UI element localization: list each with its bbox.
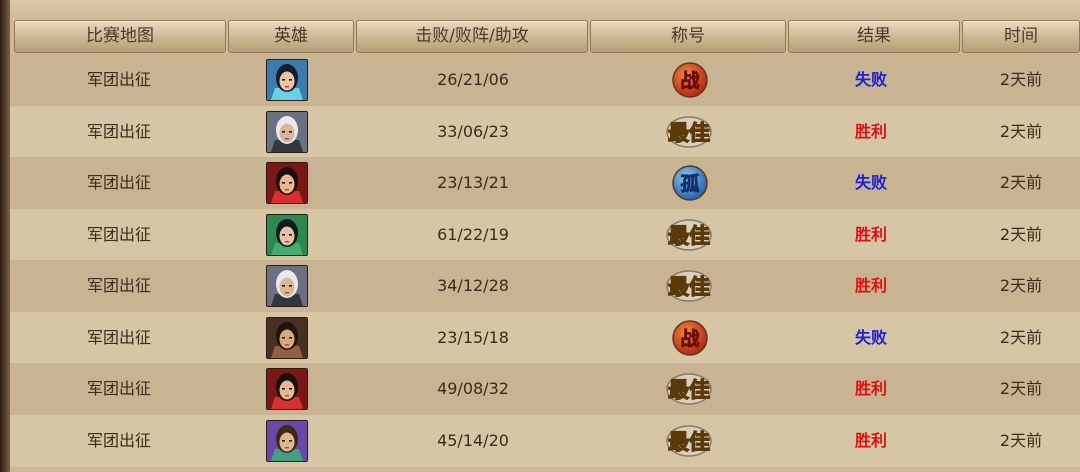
match-time: 2天前: [999, 430, 1043, 450]
hero-avatar[interactable]: [266, 419, 308, 462]
window-frame-left: [0, 0, 10, 472]
kda-value: 23/15/18: [437, 327, 509, 347]
result-lose: 失败: [854, 70, 887, 89]
badge-label: 战: [680, 70, 699, 92]
result-lose: 失败: [854, 173, 887, 192]
result-win: 胜利: [854, 121, 887, 141]
kda-value: 26/21/06: [437, 70, 509, 89]
match-time: 2天前: [999, 276, 1043, 295]
hero-avatar[interactable]: [266, 213, 308, 256]
header-kda[interactable]: 击败/败阵/助攻: [356, 20, 588, 53]
table-row[interactable]: 军团出征 23/15/18 战 失败 2天前: [10, 311, 1080, 364]
badge-label: 最佳: [668, 430, 710, 454]
match-time: 2天前: [999, 173, 1043, 192]
map-name: 军团出征: [86, 276, 151, 295]
best-title-badge-icon: 最佳: [660, 217, 718, 253]
kda-value: 33/06/23: [437, 121, 509, 141]
kda-value: 61/22/19: [437, 224, 509, 244]
table-row[interactable]: 军团出征 26/21/06 战 失败 2天前: [10, 54, 1080, 106]
table-row[interactable]: 军团出征 45/14/20 最佳 胜利 2天前: [10, 414, 1080, 467]
map-name: 军团出征: [86, 121, 151, 141]
best-title-badge-icon: 最佳: [660, 423, 718, 459]
match-time: 2天前: [999, 121, 1043, 141]
badge-label: 最佳: [668, 121, 710, 145]
table-row[interactable]: 军团出征 61/22/19 最佳 胜利 2天前: [10, 208, 1080, 261]
hero-avatar[interactable]: [266, 162, 308, 204]
battle-title-badge-icon: 战: [670, 318, 710, 358]
table-row[interactable]: 军团出征 23/13/21 孤 失败 2天前: [10, 157, 1080, 209]
kda-value: 49/08/32: [437, 379, 509, 398]
header-result[interactable]: 结果: [788, 20, 960, 53]
top-strip: [10, 0, 1080, 22]
map-name: 军团出征: [86, 327, 151, 347]
lone-title-badge-icon: 孤: [670, 163, 710, 203]
best-title-badge-icon: 最佳: [660, 371, 718, 407]
result-win: 胜利: [854, 276, 887, 295]
match-time: 2天前: [999, 70, 1043, 89]
header-map[interactable]: 比赛地图: [14, 20, 226, 53]
header-time[interactable]: 时间: [962, 20, 1080, 53]
badge-label: 孤: [680, 172, 699, 195]
table-row[interactable]: 军团出征 33/06/23 最佳 胜利 2天前: [10, 105, 1080, 158]
kda-value: 45/14/20: [437, 430, 509, 450]
result-lose: 失败: [854, 327, 887, 347]
best-title-badge-icon: 最佳: [660, 268, 718, 304]
match-history-table: 比赛地图 英雄 击败/败阵/助攻 称号 结果 时间 军团出征 26/21/06 战失…: [10, 20, 1080, 472]
kda-value: 23/13/21: [437, 173, 509, 192]
hero-avatar[interactable]: [266, 59, 308, 101]
result-win: 胜利: [854, 430, 887, 450]
header-hero[interactable]: 英雄: [228, 20, 354, 53]
header-title[interactable]: 称号: [590, 20, 786, 53]
map-name: 军团出征: [86, 173, 151, 192]
map-name: 军团出征: [86, 430, 151, 450]
kda-value: 34/12/28: [437, 276, 509, 295]
battle-title-badge-icon: 战: [670, 60, 710, 100]
hero-avatar[interactable]: [266, 265, 308, 307]
table-row[interactable]: 军团出征 49/08/32 最佳 胜利 2天前: [10, 363, 1080, 415]
badge-label: 最佳: [668, 378, 710, 402]
match-time: 2天前: [999, 224, 1043, 244]
badge-label: 战: [680, 328, 699, 350]
badge-label: 最佳: [668, 224, 710, 248]
hero-avatar[interactable]: [266, 110, 308, 153]
best-title-badge-icon: 最佳: [660, 114, 718, 150]
result-win: 胜利: [854, 379, 887, 398]
hero-avatar[interactable]: [266, 316, 308, 359]
table-row[interactable]: 军团出征 34/12/28 最佳 胜利 2天前: [10, 260, 1080, 312]
map-name: 军团出征: [86, 379, 151, 398]
hero-avatar[interactable]: [266, 368, 308, 410]
badge-label: 最佳: [668, 275, 710, 299]
match-time: 2天前: [999, 379, 1043, 398]
map-name: 军团出征: [86, 224, 151, 244]
match-time: 2天前: [999, 327, 1043, 347]
map-name: 军团出征: [86, 70, 151, 89]
result-win: 胜利: [854, 224, 887, 244]
